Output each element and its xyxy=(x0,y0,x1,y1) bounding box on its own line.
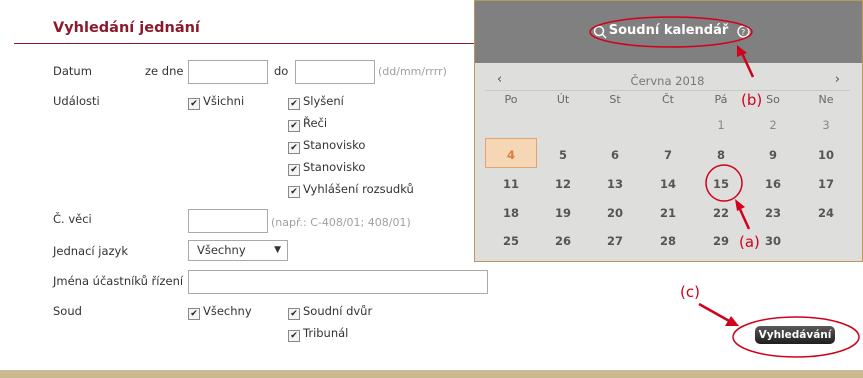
calendar-day[interactable]: 17 xyxy=(800,177,852,191)
events-label: Události xyxy=(53,94,100,108)
weekday-label: Po xyxy=(504,93,518,106)
events-option-opinion-2[interactable]: ✔ Stanovisko xyxy=(288,160,365,176)
calendar-day[interactable]: 1 xyxy=(695,118,747,132)
parties-input[interactable] xyxy=(188,270,488,294)
calendar-day[interactable]: 7 xyxy=(642,148,694,162)
calendar-day[interactable]: 8 xyxy=(695,148,747,162)
page-title: Vyhledání jednání xyxy=(53,20,200,36)
weekday-label: Pá xyxy=(714,93,728,106)
checkbox-icon[interactable]: ✔ xyxy=(288,186,300,198)
language-select[interactable]: Všechny ▼ xyxy=(188,240,288,261)
calendar-day[interactable]: 28 xyxy=(642,234,694,248)
case-number-label: Č. věci xyxy=(53,212,92,226)
date-to-input[interactable] xyxy=(295,60,375,84)
annotation-arrow-b-top xyxy=(737,45,755,78)
calendar-month-nav: ‹ Června 2018 › xyxy=(485,72,850,91)
calendar-day[interactable]: 3 xyxy=(800,118,852,132)
calendar-month-label: Června 2018 xyxy=(630,74,705,88)
annotation-ring xyxy=(589,16,753,48)
calendar-day[interactable]: 11 xyxy=(485,177,537,191)
calendar-day[interactable]: 9 xyxy=(747,148,799,162)
events-option-hearing[interactable]: ✔ Slyšení xyxy=(288,94,344,110)
events-option-opinion-1[interactable]: ✔ Stanovisko xyxy=(288,138,365,154)
date-label: Datum xyxy=(53,64,92,78)
checkbox-icon[interactable]: ✔ xyxy=(288,142,300,154)
checkbox-icon[interactable]: ✔ xyxy=(188,98,200,110)
court-option-all[interactable]: ✔ Všechny xyxy=(188,304,252,320)
case-number-input[interactable] xyxy=(188,209,268,233)
checkbox-icon[interactable]: ✔ xyxy=(288,98,300,110)
annotation-b: (b) xyxy=(741,91,763,109)
calendar-day[interactable]: 14 xyxy=(642,177,694,191)
date-format-hint: (dd/mm/rrrr) xyxy=(378,65,447,78)
events-option-speeches[interactable]: ✔ Řeči xyxy=(288,116,327,132)
checkbox-icon[interactable]: ✔ xyxy=(288,308,300,320)
calendar-day[interactable]: 25 xyxy=(485,234,537,248)
calendar-popup: Soudní kalendář ? ‹ Června 2018 › Po Út St… xyxy=(474,0,863,262)
calendar-day[interactable]: 12 xyxy=(537,177,589,191)
annotation-a: (a) xyxy=(739,233,760,251)
date-to-label: do xyxy=(274,64,289,78)
weekday-label: Čt xyxy=(662,93,674,106)
calendar-day[interactable]: 27 xyxy=(589,234,641,248)
calendar-day[interactable]: 20 xyxy=(589,206,641,220)
calendar-day[interactable]: 18 xyxy=(485,206,537,220)
chevron-down-icon: ▼ xyxy=(274,245,281,255)
checkbox-icon[interactable]: ✔ xyxy=(188,308,200,320)
language-label: Jednací jazyk xyxy=(53,244,129,258)
calendar-day[interactable]: 10 xyxy=(800,148,852,162)
calendar-day[interactable]: 4 xyxy=(485,148,537,162)
court-option-court-of-justice[interactable]: ✔ Soudní dvůr xyxy=(288,304,372,320)
calendar-day[interactable]: 6 xyxy=(589,148,641,162)
annotation-c: (c) xyxy=(680,283,700,301)
calendar-day[interactable]: 5 xyxy=(537,148,589,162)
footer-bar xyxy=(0,370,863,378)
search-button[interactable]: Vyhledávání xyxy=(755,326,835,344)
annotation-arrow-a xyxy=(735,199,751,230)
calendar-day[interactable]: 16 xyxy=(747,177,799,191)
case-number-hint: (např.: C-408/01; 408/01) xyxy=(271,216,411,229)
court-label: Soud xyxy=(53,304,82,318)
court-option-general-court[interactable]: ✔ Tribunál xyxy=(288,326,348,342)
date-from-label: ze dne xyxy=(145,64,184,78)
parties-label: Jména účastníků řízení xyxy=(53,274,184,288)
title-divider xyxy=(14,43,476,44)
events-option-judgments[interactable]: ✔ Vyhlášení rozsudků xyxy=(288,182,414,198)
checkbox-icon[interactable]: ✔ xyxy=(288,330,300,342)
date-from-input[interactable] xyxy=(188,60,268,84)
calendar-day[interactable]: 24 xyxy=(800,206,852,220)
calendar-day[interactable]: 13 xyxy=(589,177,641,191)
calendar-day[interactable]: 2 xyxy=(747,118,799,132)
checkbox-icon[interactable]: ✔ xyxy=(288,164,300,176)
weekday-label: Ne xyxy=(818,93,834,106)
checkbox-icon[interactable]: ✔ xyxy=(288,120,300,132)
calendar-day[interactable]: 26 xyxy=(537,234,589,248)
weekday-label: St xyxy=(609,93,621,106)
calendar-day[interactable]: 21 xyxy=(642,206,694,220)
events-option-all[interactable]: ✔ Všichni xyxy=(188,94,244,110)
next-month-button[interactable]: › xyxy=(835,72,840,87)
calendar-day[interactable]: 19 xyxy=(537,206,589,220)
weekday-label: Út xyxy=(556,93,570,106)
